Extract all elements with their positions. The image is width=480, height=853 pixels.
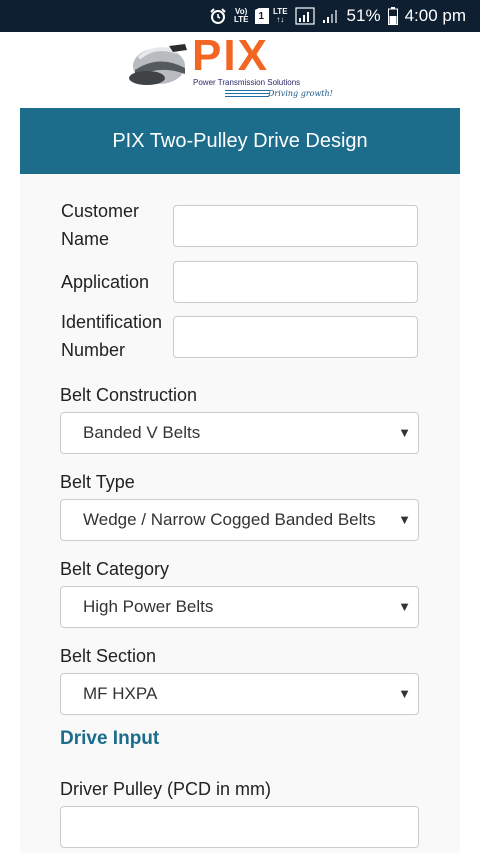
battery-percent: 51% xyxy=(346,6,381,25)
belt-type-value: Wedge / Narrow Cogged Banded Belts xyxy=(83,510,376,529)
chevron-down-icon: ▼ xyxy=(398,599,411,614)
drive-input-heading: Drive Input xyxy=(60,728,160,749)
volte-icon: Vo) LTE xyxy=(234,8,249,24)
chevron-down-icon: ▼ xyxy=(398,512,411,527)
driver-pulley-input[interactable] xyxy=(60,806,419,848)
logo-tagline: Driving growth! xyxy=(268,89,333,98)
clock-time: 4:00 pm xyxy=(404,6,466,25)
status-bar: Vo) LTE 1 LTE ↑↓ 51% 4:00 pm xyxy=(0,0,480,32)
identification-label-line1: Identification xyxy=(61,312,163,332)
belt-section-value: MF HXPA xyxy=(83,684,158,703)
belt-category-label: Belt Category xyxy=(60,559,170,579)
page-title-text: PIX Two-Pulley Drive Design xyxy=(112,129,368,152)
signal-icon xyxy=(294,7,315,25)
chevron-down-icon: ▼ xyxy=(398,425,411,440)
identification-number-input[interactable] xyxy=(173,316,418,358)
belt-construction-select[interactable]: Banded V Belts ▼ xyxy=(60,412,419,454)
logo-brand: PIX xyxy=(192,31,269,80)
page-title: PIX Two-Pulley Drive Design xyxy=(20,108,460,174)
belt-section-label: Belt Section xyxy=(60,646,157,666)
chevron-down-icon: ▼ xyxy=(398,686,411,701)
customer-name-label: Customer Name xyxy=(61,197,139,253)
battery-icon xyxy=(387,7,398,25)
belt-category-value: High Power Belts xyxy=(83,597,214,616)
customer-name-label-line1: Customer xyxy=(61,201,140,221)
logo-speed-lines xyxy=(225,90,269,98)
application-input[interactable] xyxy=(173,261,418,303)
signal-strength-icon xyxy=(322,7,340,25)
form-card: PIX Two-Pulley Drive Design Customer Nam… xyxy=(20,108,460,853)
customer-name-input[interactable] xyxy=(173,205,418,247)
lte-icon: LTE ↑↓ xyxy=(273,7,288,24)
belt-construction-value: Banded V Belts xyxy=(83,423,201,442)
belt-type-label: Belt Type xyxy=(60,472,135,492)
identification-number-label: Identification Number xyxy=(61,308,162,364)
belt-section-select[interactable]: MF HXPA ▼ xyxy=(60,673,419,715)
application-label: Application xyxy=(61,272,150,292)
identification-label-line2: Number xyxy=(61,340,126,360)
belt-category-select[interactable]: High Power Belts ▼ xyxy=(60,586,419,628)
lte-text: LTE xyxy=(273,7,288,16)
logo-area: PIX Power Transmission Solutions Driving… xyxy=(0,32,480,108)
driver-pulley-label: Driver Pulley (PCD in mm) xyxy=(60,779,272,799)
belt-construction-label: Belt Construction xyxy=(60,385,198,405)
customer-name-label-line2: Name xyxy=(61,229,110,249)
sim-label: 1 xyxy=(258,10,265,22)
alarm-icon xyxy=(209,7,227,25)
belt-type-select[interactable]: Wedge / Narrow Cogged Banded Belts ▼ xyxy=(60,499,419,541)
helmet-icon xyxy=(125,40,191,97)
volte-bottom-text: LTE xyxy=(233,15,249,24)
logo-subtitle: Power Transmission Solutions xyxy=(193,78,301,87)
